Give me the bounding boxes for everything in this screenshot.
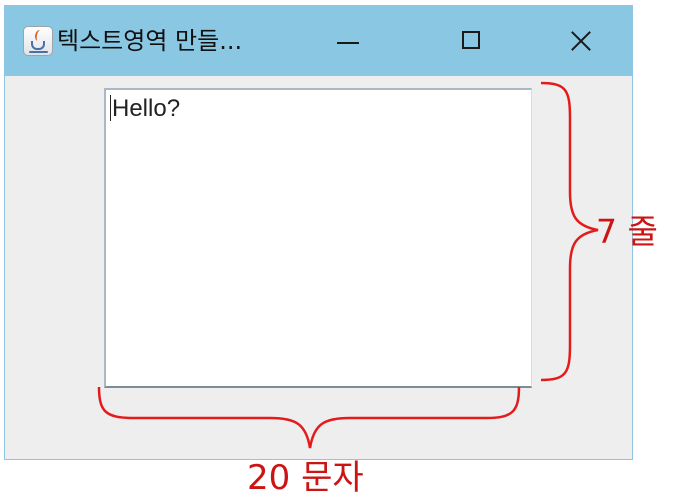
app-window: 텍스트영역 만들... Hello? [4,5,633,460]
title-bar[interactable]: 텍스트영역 만들... [5,6,632,76]
minimize-button[interactable] [325,18,371,64]
close-button[interactable] [558,18,604,64]
columns-annotation-label: 20 문자 [247,458,364,498]
window-title: 텍스트영역 만들... [57,27,243,55]
minimize-icon [337,42,359,44]
maximize-button[interactable] [448,18,494,64]
text-area-content: Hello? [112,95,181,122]
rows-annotation-label: 7 줄 [596,212,658,251]
maximize-icon [462,31,480,49]
text-area[interactable]: Hello? [104,88,532,388]
java-coffee-icon [23,26,53,56]
screenshot-stage: 텍스트영역 만들... Hello? 7 줄 20 문자 [0,0,694,501]
text-caret [110,95,111,121]
